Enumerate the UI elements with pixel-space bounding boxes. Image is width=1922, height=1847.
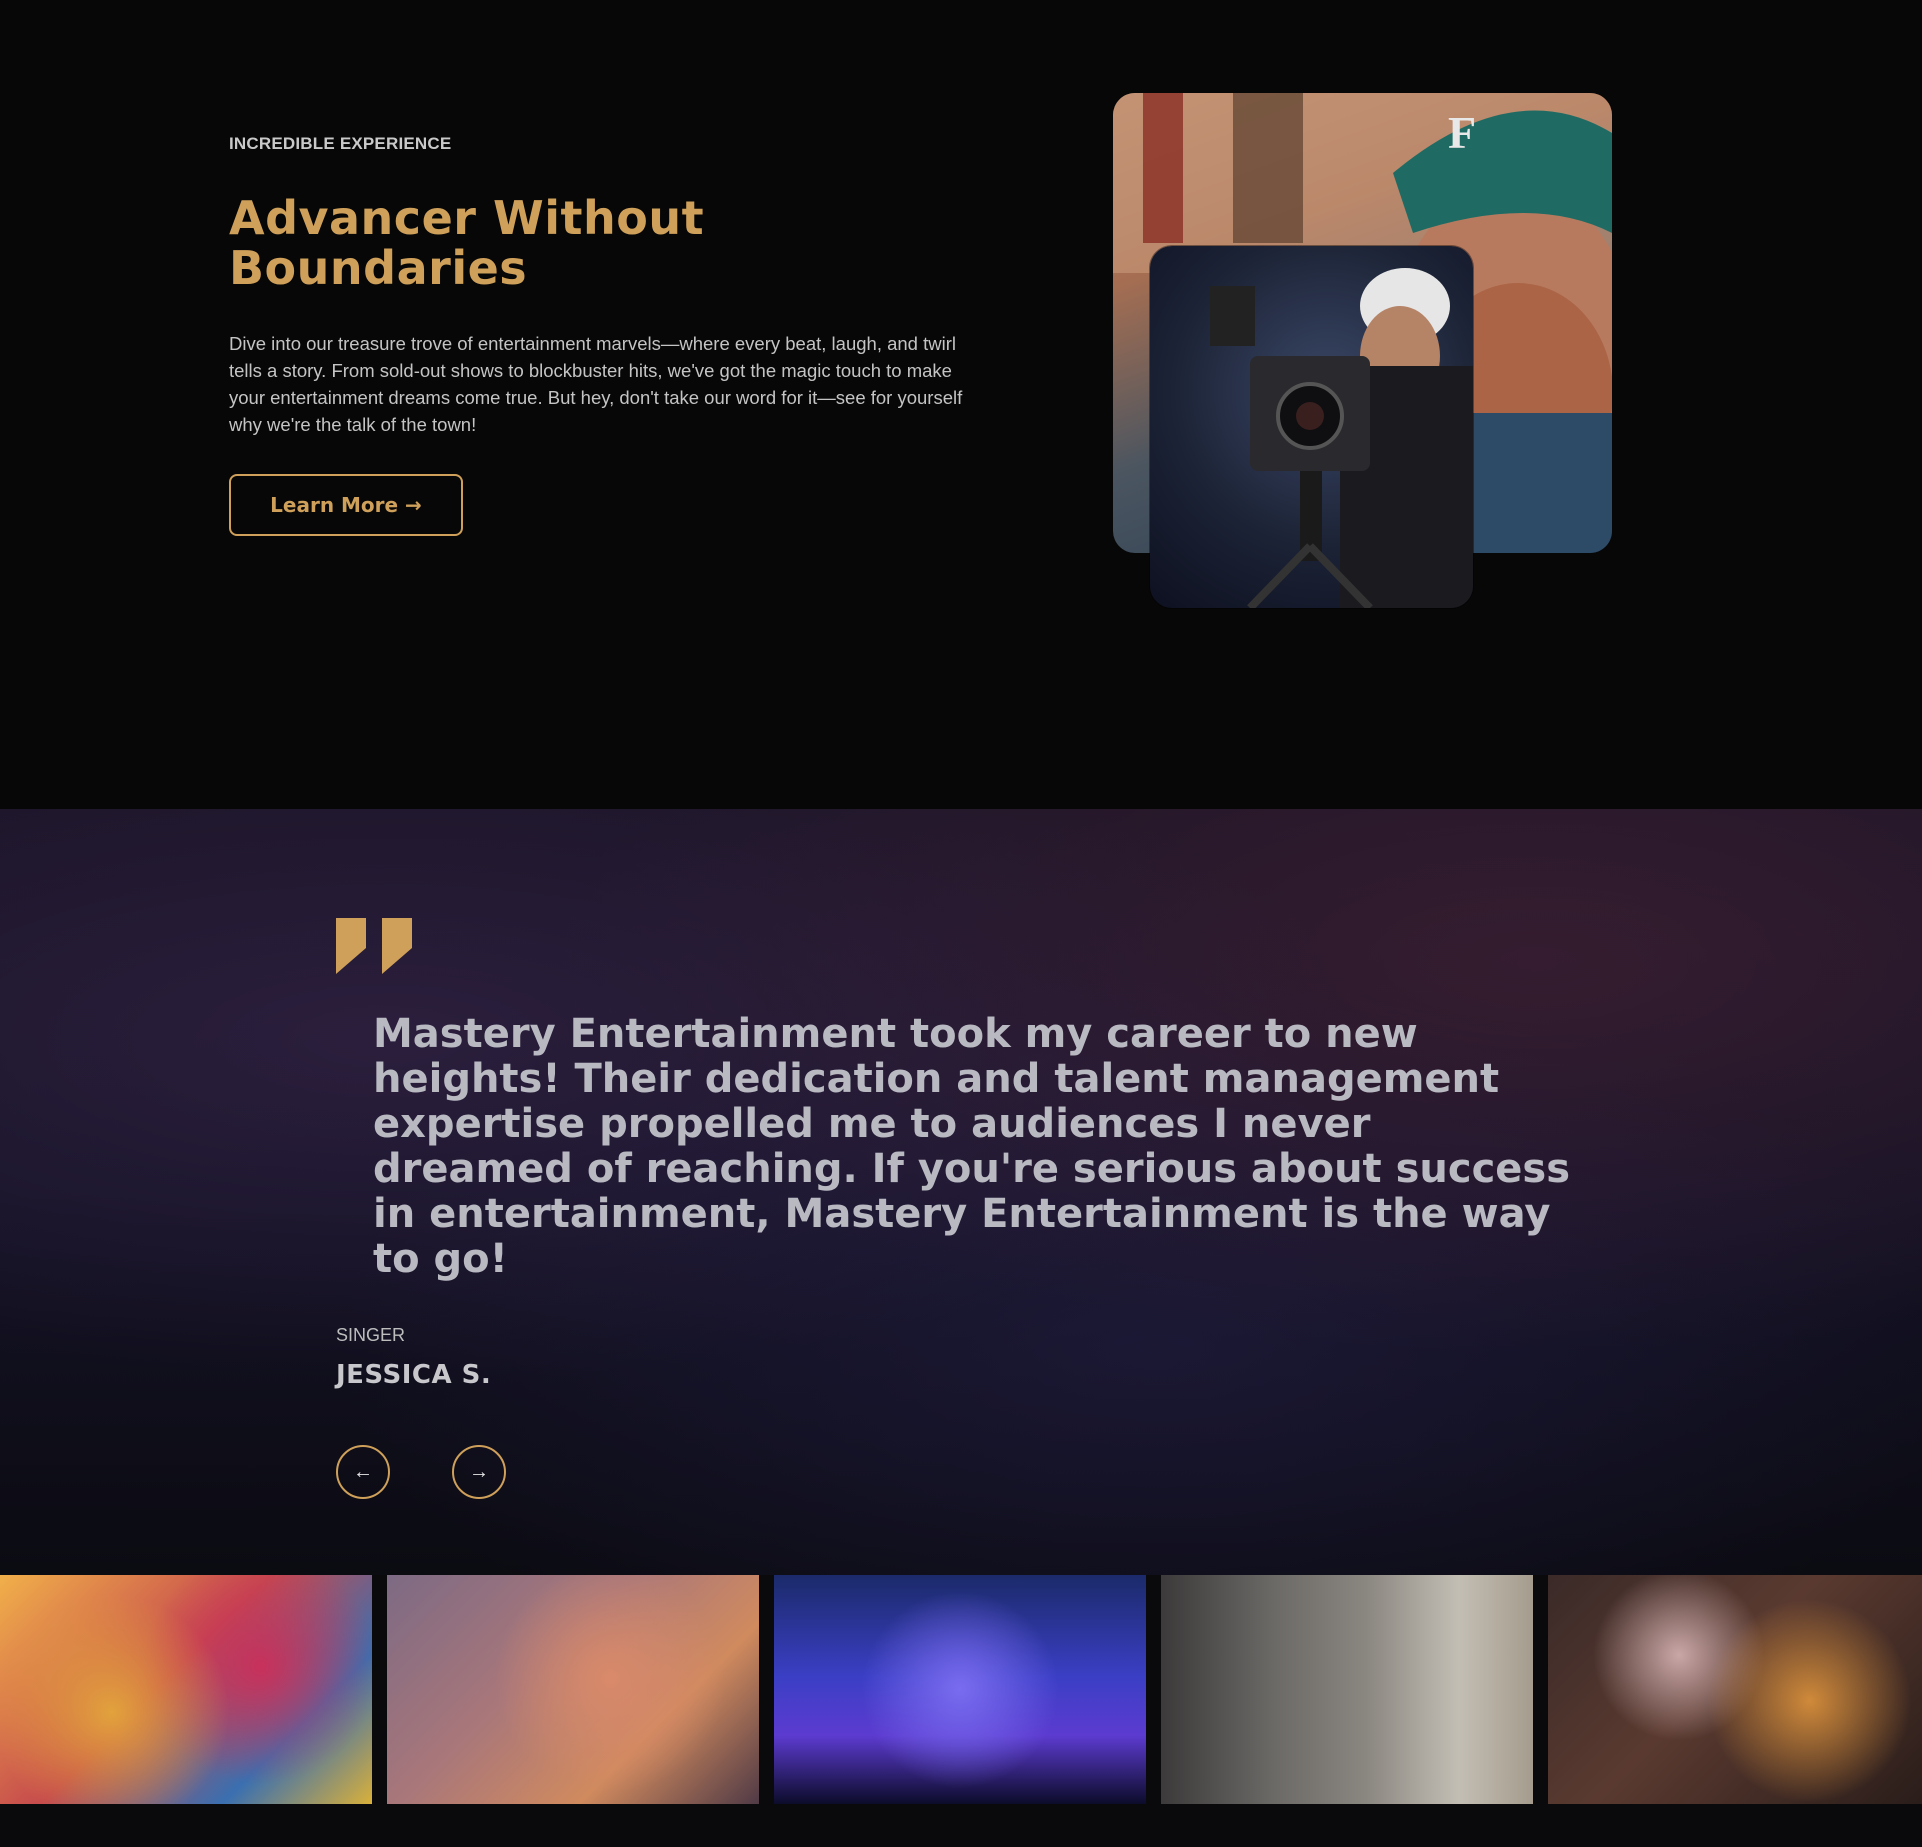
gallery-image-crowd-celebration — [0, 1575, 372, 1804]
hero-eyebrow: INCREDIBLE EXPERIENCE — [229, 134, 452, 153]
hero-description: Dive into our treasure trove of entertai… — [229, 333, 963, 435]
testimonial-author: JESSICA S. — [336, 1360, 492, 1390]
learn-more-button[interactable]: Learn More → — [229, 474, 463, 536]
previous-testimonial-button[interactable]: ← — [336, 1445, 390, 1499]
quote-icon — [336, 918, 412, 974]
gallery-image-film-set — [1161, 1575, 1533, 1804]
gallery-image-concert-stage — [774, 1575, 1146, 1804]
hero-section: INCREDIBLE EXPERIENCE Advancer Without B… — [0, 0, 1922, 809]
next-testimonial-button[interactable]: → — [452, 1445, 506, 1499]
hero-image-camera-operator — [1150, 246, 1473, 608]
gallery-strip — [0, 1575, 1922, 1847]
camera-operator-illustration — [1210, 268, 1473, 608]
hero-title: Advancer Without Boundaries — [229, 191, 705, 295]
svg-text:F: F — [1448, 107, 1476, 158]
gallery-image-friends-toasting — [387, 1575, 759, 1804]
testimonial-role: SINGER — [336, 1325, 406, 1345]
testimonial-quote: Mastery Entertainment took my career to … — [373, 1011, 1571, 1282]
gallery-image-party-sparklers — [1548, 1575, 1922, 1804]
